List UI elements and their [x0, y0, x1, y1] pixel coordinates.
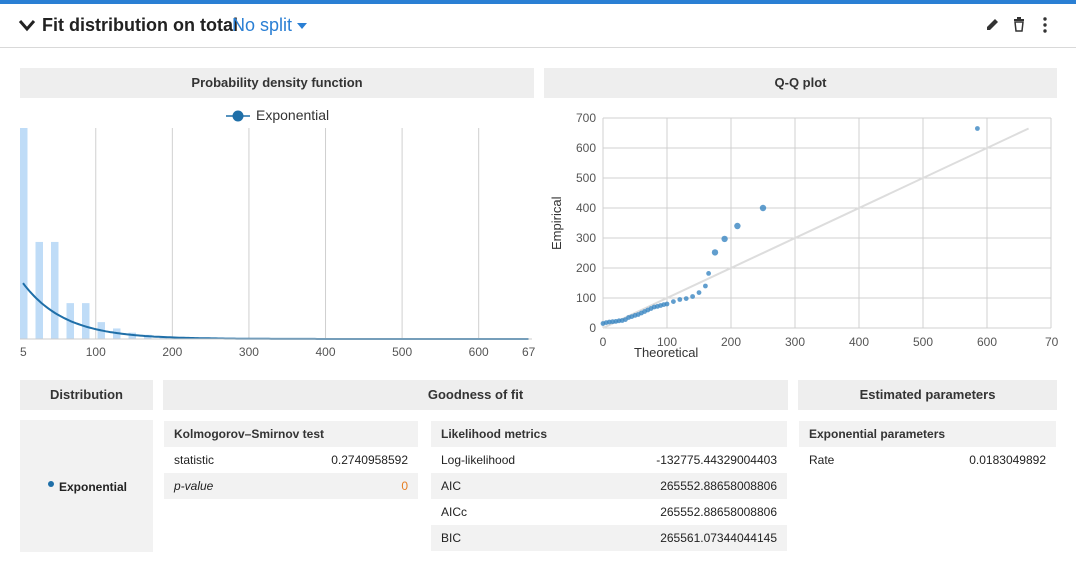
caret-down-icon: [297, 23, 308, 30]
more-vertical-icon[interactable]: [1037, 16, 1053, 34]
ks-pvalue-value: 0: [401, 479, 408, 493]
pdf-x-tick: 67: [522, 345, 536, 359]
qq-y-tick: 0: [589, 321, 596, 335]
distribution-cell: Exponential: [20, 420, 153, 552]
qq-point: [721, 235, 728, 243]
qq-x-tick: 0: [600, 335, 607, 349]
chevron-down-icon[interactable]: [18, 17, 36, 33]
estimated-parameters-header: Estimated parameters: [798, 380, 1057, 410]
pdf-x-tick: 300: [239, 345, 259, 359]
trash-icon[interactable]: [1011, 16, 1027, 34]
histogram-bar: [51, 241, 59, 339]
qq-point: [734, 222, 741, 230]
exponential-density-curve: [22, 282, 529, 340]
aic-row: AIC 265552.88658008806: [431, 473, 787, 499]
goodness-of-fit-header: Goodness of fit: [163, 380, 788, 410]
legend-marker: [232, 110, 244, 122]
qq-x-tick: 70: [1045, 335, 1059, 349]
qq-y-tick: 300: [576, 231, 596, 245]
qq-x-label: Theoretical: [634, 345, 698, 360]
rate-row: Rate 0.0183049892: [799, 447, 1056, 473]
histogram-bar: [20, 128, 28, 339]
ks-statistic-label: statistic: [174, 453, 215, 467]
loglik-value: -132775.44329004403: [656, 453, 777, 467]
ks-pvalue-row: p-value 0: [164, 473, 418, 499]
qq-chart: 01002003004005006007000 100 200 300 400 500 60…: [549, 111, 1059, 360]
params-title: Exponential parameters: [799, 421, 1056, 447]
rate-label: Rate: [809, 453, 835, 467]
qq-point: [759, 204, 767, 212]
pdf-x-tick: 100: [86, 345, 106, 359]
pdf-chart: Exponential 5 100 200 300 400 500 600 67: [20, 107, 536, 359]
bic-row: BIC 265561.07344044145: [431, 525, 787, 551]
qq-y-tick: 500: [576, 171, 596, 185]
qq-y-tick: 100: [576, 291, 596, 305]
loglik-row: Log-likelihood -132775.44329004403: [431, 447, 787, 473]
qq-x-tick: 300: [785, 335, 805, 349]
ks-statistic-row: statistic 0.2740958592: [164, 447, 418, 473]
distribution-name: Exponential: [59, 480, 128, 494]
qq-y-tick: 400: [576, 201, 596, 215]
aicc-label: AICc: [441, 505, 468, 519]
split-label: No split: [232, 15, 293, 35]
qq-x-tick: 200: [721, 335, 741, 349]
pdf-x-tick: 400: [316, 345, 336, 359]
likelihood-title: Likelihood metrics: [431, 421, 787, 447]
qq-panel-title: Q-Q plot: [544, 68, 1057, 98]
aicc-value: 265552.88658008806: [660, 505, 777, 519]
qq-y-tick: 200: [576, 261, 596, 275]
pdf-x-tick: 200: [162, 345, 182, 359]
split-dropdown[interactable]: No split: [232, 15, 308, 36]
aic-label: AIC: [441, 479, 462, 493]
qq-point: [703, 283, 708, 289]
qq-x-tick: 400: [849, 335, 869, 349]
qq-point: [706, 271, 711, 276]
pdf-x-tick: 600: [469, 345, 489, 359]
qq-x-tick: 600: [977, 335, 997, 349]
qq-point: [677, 297, 683, 302]
edit-icon[interactable]: [984, 16, 1000, 34]
qq-point: [711, 249, 719, 256]
qq-point: [975, 126, 980, 131]
ks-test-title: Kolmogorov–Smirnov test: [164, 421, 418, 447]
qq-y-tick: 600: [576, 141, 596, 155]
bic-value: 265561.07344044145: [660, 531, 777, 545]
pdf-x-tick: 500: [392, 345, 412, 359]
distribution-header: Distribution: [20, 380, 153, 410]
aicc-row: AICc 265552.88658008806: [431, 499, 787, 525]
card-header: Fit distribution on total No split: [0, 4, 1076, 48]
distribution-dot-icon: [48, 481, 54, 487]
ks-statistic-value: 0.2740958592: [331, 453, 408, 467]
qq-x-tick: 500: [913, 335, 933, 349]
qq-point: [690, 294, 695, 299]
histogram-bar: [82, 303, 90, 339]
rate-value: 0.0183049892: [969, 453, 1046, 467]
qq-point: [671, 299, 676, 304]
pdf-x-tick: 5: [20, 345, 27, 359]
loglik-label: Log-likelihood: [441, 453, 516, 467]
qq-y-label: Empirical: [549, 196, 564, 250]
qq-point: [664, 301, 670, 307]
histogram-bar: [35, 241, 43, 339]
legend-label: Exponential: [256, 107, 329, 123]
qq-point: [696, 290, 702, 295]
aic-value: 265552.88658008806: [660, 479, 777, 493]
qq-point: [683, 296, 689, 301]
qq-y-tick: 700: [576, 111, 596, 125]
bic-label: BIC: [441, 531, 462, 545]
pdf-legend[interactable]: Exponential: [226, 107, 329, 123]
card-title: Fit distribution on total: [42, 15, 238, 35]
pdf-panel-title: Probability density function: [20, 68, 534, 98]
ks-pvalue-label: p-value: [174, 479, 214, 493]
